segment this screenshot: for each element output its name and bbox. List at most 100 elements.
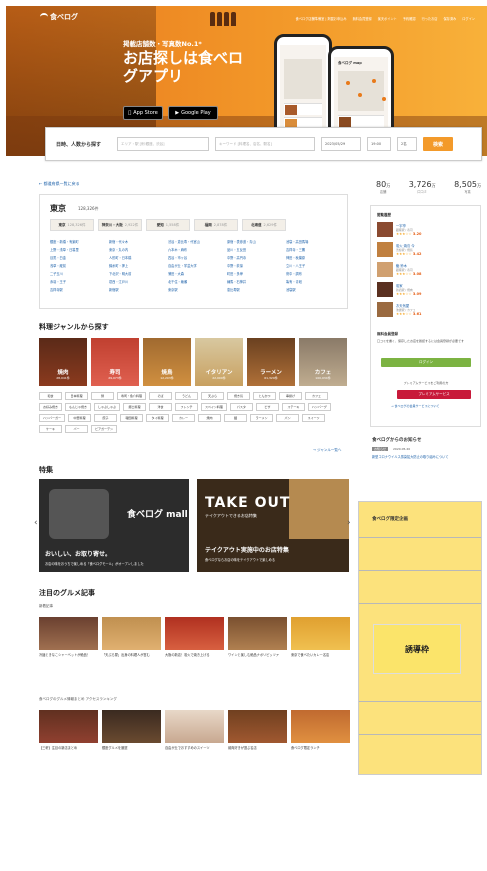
- genre-tile-yakitori[interactable]: 焼鳥 12,203件: [143, 338, 191, 386]
- genre-tag[interactable]: パスタ: [229, 403, 253, 411]
- genre-tag[interactable]: ビアガーデン: [91, 425, 118, 433]
- area-link[interactable]: 池袋・高田馬場: [286, 239, 345, 244]
- genre-tag[interactable]: 天ぷら: [201, 392, 225, 400]
- carousel-prev-icon[interactable]: ‹: [34, 518, 38, 528]
- genre-tag[interactable]: 焼き鳥: [227, 392, 251, 400]
- area-link[interactable]: 中野・高円寺: [227, 255, 286, 260]
- genre-tag[interactable]: ピザ: [255, 403, 279, 411]
- genre-tag[interactable]: 串揚げ: [279, 392, 303, 400]
- genre-tag[interactable]: もんじゃ焼き: [65, 403, 92, 411]
- genre-tag[interactable]: 洋食: [149, 403, 173, 411]
- article-card[interactable]: 「天ぷら屋」出身の料理人が営む: [102, 617, 161, 673]
- area-link[interactable]: 練馬・石神井: [227, 279, 286, 284]
- genre-tag[interactable]: 焼肉: [198, 414, 222, 422]
- area-link[interactable]: 目黒・白金: [50, 255, 109, 260]
- search-button[interactable]: 検索: [423, 137, 453, 151]
- area-link[interactable]: 品川・五反田: [227, 247, 286, 252]
- history-item[interactable]: 炭家 新宿駅 / 焼肉 ★★★☆☆ 3.09: [377, 282, 477, 300]
- area-link[interactable]: 吉祥寺駅: [50, 287, 109, 292]
- google-play-button[interactable]: ▶ Google Play: [168, 106, 218, 120]
- carousel-next-icon[interactable]: ›: [347, 518, 351, 528]
- genre-tag[interactable]: そば: [149, 392, 173, 400]
- genre-tag[interactable]: 寿司・魚介料理: [117, 392, 147, 400]
- genre-tag[interactable]: フレンチ: [175, 403, 199, 411]
- article-card[interactable]: 自由が丘でおすすめのスイーツ: [165, 710, 224, 766]
- people-select[interactable]: 2名: [397, 137, 417, 151]
- genre-tag[interactable]: タイ料理: [146, 414, 170, 422]
- area-link[interactable]: 錦糸町・押上: [109, 263, 168, 268]
- nav-link-signup[interactable]: 無料会員登録: [353, 16, 372, 21]
- area-link[interactable]: 渋谷・恵比寿・代官山: [168, 239, 227, 244]
- premium-button[interactable]: プレミアムサービス: [397, 390, 471, 399]
- article-card[interactable]: 【三軒】注目の新店まとめ: [39, 710, 98, 766]
- genre-tag[interactable]: うどん: [175, 392, 199, 400]
- ad-slot[interactable]: 誘導枠: [358, 501, 482, 775]
- promo-banner-takeout[interactable]: TAKE OUT テイクアウトできるお店特集 テイクアウト実施中のお店特集 食べ…: [197, 479, 349, 572]
- article-card[interactable]: 食べログ限定ランチ: [291, 710, 350, 766]
- genre-tag[interactable]: カレー: [172, 414, 196, 422]
- genre-tag[interactable]: 日本料理: [65, 392, 88, 400]
- area-link[interactable]: 府中・調布: [286, 271, 345, 276]
- genre-more-link[interactable]: → ジャンル一覧へ: [313, 448, 341, 453]
- area-link[interactable]: 下北沢・明大前: [109, 271, 168, 276]
- history-item[interactable]: 一宇亭 銀座駅 / 寿司 ★★★☆☆ 3.20: [377, 222, 477, 240]
- pref-tab[interactable]: 東京 128,326件: [50, 219, 94, 231]
- area-link[interactable]: 人形町・日本橋: [109, 255, 168, 260]
- genre-tag[interactable]: お好み焼き: [39, 403, 63, 411]
- genre-tag[interactable]: スイーツ: [302, 414, 326, 422]
- keyword-input[interactable]: キーワード [料理名、店名、駅名]: [215, 137, 315, 151]
- area-link[interactable]: 東京・丸の内: [109, 247, 168, 252]
- genre-tile-yakiniku[interactable]: 焼肉 28,041件: [39, 338, 87, 386]
- genre-tile-cafe[interactable]: カフェ 100,034件: [299, 338, 347, 386]
- pref-tab[interactable]: 神奈川・大阪 2,922件: [98, 219, 142, 231]
- genre-tag[interactable]: ステーキ: [281, 403, 305, 411]
- login-button[interactable]: ログイン: [381, 358, 471, 367]
- area-link[interactable]: 神田・秋葉原: [286, 255, 345, 260]
- area-link[interactable]: 立川・八王子: [286, 263, 345, 268]
- area-link[interactable]: 浅草・蔵前: [50, 263, 109, 268]
- genre-tag[interactable]: 中華料理: [68, 414, 92, 422]
- area-link[interactable]: 二子玉川: [50, 271, 109, 276]
- article-card[interactable]: 大阪の新店！炭火で焼き上げる: [165, 617, 224, 673]
- genre-tile-sushi[interactable]: 寿司 29,073件: [91, 338, 139, 386]
- genre-tag[interactable]: 麺: [224, 414, 248, 422]
- genre-tag[interactable]: ケーキ: [39, 425, 62, 433]
- genre-tag[interactable]: 韓国料理: [120, 414, 144, 422]
- area-link[interactable]: 四谷・市ヶ谷: [168, 255, 227, 260]
- article-card[interactable]: 冷麺ときなこシャーベットが絶品！: [39, 617, 98, 673]
- history-item[interactable]: 鮨 鈴木 銀座駅 / 寿司 ★★★☆☆ 3.08: [377, 262, 477, 280]
- area-link[interactable]: 原宿・表参道・青山: [227, 239, 286, 244]
- genre-tag[interactable]: とんかつ: [253, 392, 277, 400]
- back-to-prefectures-link[interactable]: ← 都道府県一覧に戻る: [39, 181, 80, 187]
- pref-tab[interactable]: 北海道 2,629件: [242, 219, 286, 231]
- logo[interactable]: 食べログ: [40, 12, 78, 22]
- genre-tag[interactable]: バー: [65, 425, 88, 433]
- nav-link-points[interactable]: 楽天ポイント: [378, 16, 397, 21]
- nav-link-login[interactable]: ログイン: [462, 16, 475, 21]
- genre-tag[interactable]: 郷土料理: [123, 403, 147, 411]
- area-link[interactable]: 上野・浅草・日暮里: [50, 247, 109, 252]
- article-card[interactable]: ワインと楽しむ絶品ナポリピッツァ: [228, 617, 287, 673]
- area-link[interactable]: 銀座・新橋・有楽町: [50, 239, 109, 244]
- genre-tile-italian[interactable]: イタリアン 22,000件: [195, 338, 243, 386]
- area-link[interactable]: 恵比寿駅: [227, 287, 286, 292]
- area-link[interactable]: 中野・荻窪: [227, 263, 286, 268]
- area-input[interactable]: エリア・駅 [例:銀座、渋谷]: [117, 137, 209, 151]
- area-link[interactable]: 亀有・青砥: [286, 279, 345, 284]
- nav-link-registration[interactable]: 食べログ店舗準備室 | 掲載お申込み: [296, 16, 347, 21]
- history-item[interactable]: お天気屋 池袋駅 / カフェ ★★★☆☆ 3.61: [377, 302, 477, 320]
- area-link[interactable]: 自由が丘・学芸大学: [168, 263, 227, 268]
- genre-tag[interactable]: しゃぶしゃぶ: [94, 403, 121, 411]
- genre-tile-ramen[interactable]: ラーメン 61,329件: [247, 338, 295, 386]
- date-select[interactable]: 2023/05/29: [321, 137, 361, 151]
- news-link[interactable]: 新型コロナウイルス感染拡大防止の取り組みについて: [372, 455, 476, 460]
- area-link[interactable]: 池袋駅: [286, 287, 345, 292]
- genre-tag[interactable]: ハンバーガー: [39, 414, 66, 422]
- nav-link-reservations[interactable]: 予約確認: [403, 16, 416, 21]
- area-link[interactable]: 赤羽・王子: [50, 279, 109, 284]
- area-link[interactable]: 東京駅: [168, 287, 227, 292]
- genre-tag[interactable]: パン: [276, 414, 300, 422]
- pref-tab[interactable]: 福岡 2,878件: [194, 219, 238, 231]
- article-card[interactable]: 東京で食べたいカレー名店: [291, 617, 350, 673]
- nav-link-saved[interactable]: 保存済み: [444, 16, 457, 21]
